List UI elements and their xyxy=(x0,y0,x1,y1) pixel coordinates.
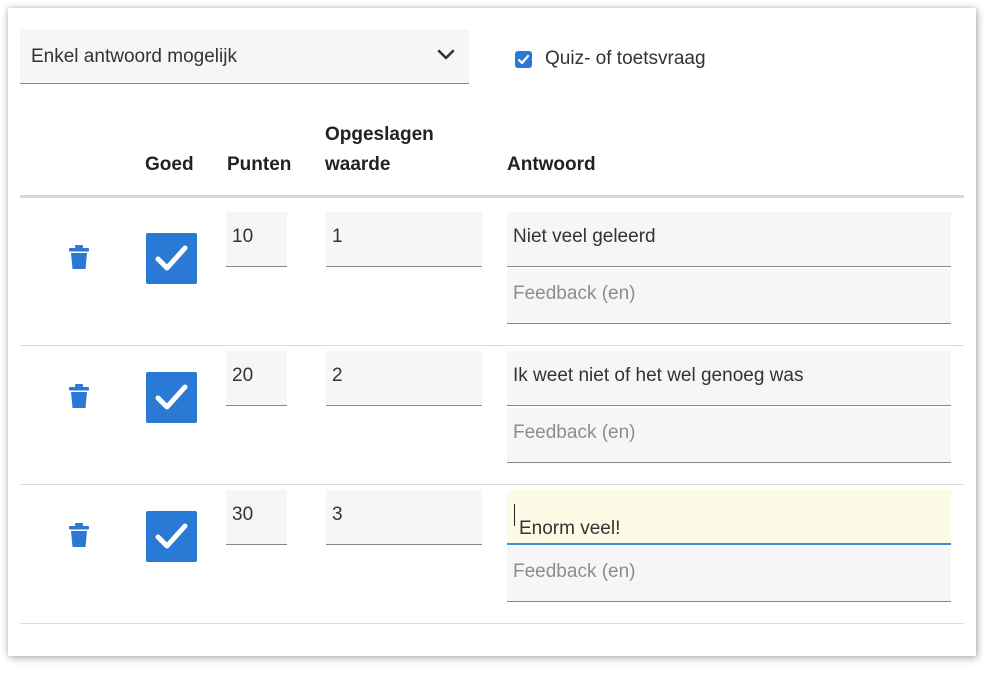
correct-checkbox[interactable] xyxy=(146,372,197,423)
trash-icon[interactable] xyxy=(68,244,90,270)
feedback-placeholder: Feedback (en) xyxy=(513,422,636,443)
row-divider xyxy=(20,623,964,624)
answer-input[interactable]: Ik weet niet of het wel genoeg was xyxy=(507,351,951,406)
answer-text: Niet veel geleerd xyxy=(513,226,656,247)
column-header-stored-value-line2: waarde xyxy=(325,154,391,175)
answer-input[interactable]: Niet veel geleerd xyxy=(507,212,951,267)
answer-text: Ik weet niet of het wel genoeg was xyxy=(513,365,804,386)
column-header-correct: Goed xyxy=(145,154,194,175)
checkmark-icon xyxy=(155,245,188,271)
answers-editor-card: Enkel antwoord mogelijk Quiz- of toetsvr… xyxy=(8,8,976,656)
checkmark-icon xyxy=(517,54,530,65)
feedback-input[interactable]: Feedback (en) xyxy=(507,269,951,324)
stored-value-input[interactable]: 2 xyxy=(326,351,482,406)
stored-value-input[interactable]: 3 xyxy=(326,490,482,545)
answer-text: Enorm veel! xyxy=(519,518,621,539)
points-value: 10 xyxy=(232,226,254,247)
answer-row: 30 3 Enorm veel! Feedback (en) xyxy=(20,485,964,624)
stored-value: 1 xyxy=(332,226,343,247)
column-header-answer: Antwoord xyxy=(507,154,596,175)
correct-checkbox[interactable] xyxy=(146,233,197,284)
checkmark-icon xyxy=(155,384,188,410)
feedback-input[interactable]: Feedback (en) xyxy=(507,547,951,602)
answer-row: 10 1 Niet veel geleerd Feedback (en) xyxy=(20,207,964,346)
feedback-placeholder: Feedback (en) xyxy=(513,283,636,304)
question-type-select[interactable]: Enkel antwoord mogelijk xyxy=(20,30,469,84)
header-divider xyxy=(20,195,964,198)
answer-input-active[interactable]: Enorm veel! xyxy=(507,490,951,545)
feedback-placeholder: Feedback (en) xyxy=(513,561,636,582)
column-header-points: Punten xyxy=(227,154,292,175)
stored-value: 2 xyxy=(332,365,343,386)
quiz-checkbox[interactable] xyxy=(515,51,532,68)
feedback-input[interactable]: Feedback (en) xyxy=(507,408,951,463)
quiz-checkbox-label: Quiz- of toetsvraag xyxy=(545,48,706,69)
points-value: 30 xyxy=(232,504,254,525)
correct-checkbox[interactable] xyxy=(146,511,197,562)
stored-value: 3 xyxy=(332,504,343,525)
answer-row: 20 2 Ik weet niet of het wel genoeg was … xyxy=(20,346,964,485)
stored-value-input[interactable]: 1 xyxy=(326,212,482,267)
points-input[interactable]: 20 xyxy=(226,351,287,406)
question-type-value: Enkel antwoord mogelijk xyxy=(31,46,237,67)
points-input[interactable]: 10 xyxy=(226,212,287,267)
column-header-stored-value-line1: Opgeslagen xyxy=(325,124,434,145)
trash-icon[interactable] xyxy=(68,383,90,409)
chevron-down-icon xyxy=(437,49,455,60)
checkmark-icon xyxy=(155,523,188,549)
text-caret xyxy=(514,504,515,526)
points-input[interactable]: 30 xyxy=(226,490,287,545)
points-value: 20 xyxy=(232,365,254,386)
trash-icon[interactable] xyxy=(68,522,90,548)
